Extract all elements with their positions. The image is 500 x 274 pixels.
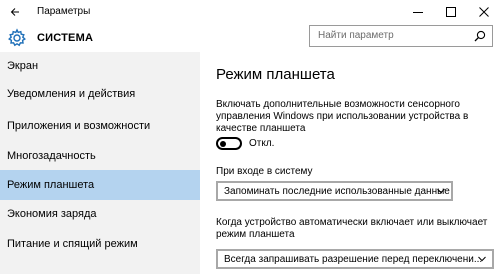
- auto-switch-dropdown[interactable]: Всегда запрашивать разрешение перед пере…: [216, 249, 494, 269]
- sidebar-item-battery-saver[interactable]: Экономия заряда: [0, 200, 200, 228]
- signin-dropdown-value: Запоминать последние использованные данн…: [224, 186, 450, 197]
- chevron-down-icon: [478, 256, 486, 262]
- close-button[interactable]: [468, 0, 500, 24]
- back-button[interactable]: [0, 0, 30, 24]
- chevron-down-icon: [437, 188, 445, 194]
- sidebar-item-tablet-mode[interactable]: Режим планшета: [0, 170, 200, 200]
- window-title: Параметры: [37, 6, 91, 17]
- tablet-touch-toggle[interactable]: [216, 137, 242, 150]
- minimize-icon: [413, 12, 423, 13]
- sidebar-item-notifications[interactable]: Уведомления и действия: [0, 80, 200, 108]
- search-input[interactable]: Найти параметр: [309, 25, 493, 47]
- toggle-state-label: Откл.: [249, 138, 275, 149]
- sidebar-item-power-sleep[interactable]: Питание и спящий режим: [0, 230, 200, 258]
- title-bar: Параметры: [0, 0, 500, 24]
- sidebar-item-multitasking[interactable]: Многозадачность: [0, 142, 200, 170]
- touch-description: Включать дополнительные возможности сенс…: [216, 99, 469, 134]
- page-title: Режим планшета: [216, 66, 335, 83]
- maximize-icon: [446, 7, 456, 17]
- sidebar-item-apps[interactable]: Приложения и возможности: [0, 112, 200, 140]
- toggle-knob: [220, 140, 226, 147]
- search-placeholder: Найти параметр: [318, 30, 394, 41]
- minimize-button[interactable]: [402, 0, 434, 24]
- gear-icon: [8, 28, 26, 47]
- signin-dropdown[interactable]: Запоминать последние использованные данн…: [216, 181, 453, 201]
- close-icon: [479, 7, 489, 17]
- auto-switch-dropdown-value: Всегда запрашивать разрешение перед пере…: [224, 254, 483, 265]
- maximize-button[interactable]: [435, 0, 467, 24]
- auto-description: Когда устройство автоматически включает …: [216, 217, 488, 240]
- search-icon[interactable]: [474, 30, 486, 42]
- sidebar-item-display[interactable]: Экран: [0, 52, 200, 80]
- section-title: СИСТЕМА: [37, 32, 94, 44]
- section-header: СИСТЕМА: [0, 24, 200, 52]
- signin-label: При входе в систему: [216, 166, 313, 177]
- back-arrow-icon: [10, 8, 19, 16]
